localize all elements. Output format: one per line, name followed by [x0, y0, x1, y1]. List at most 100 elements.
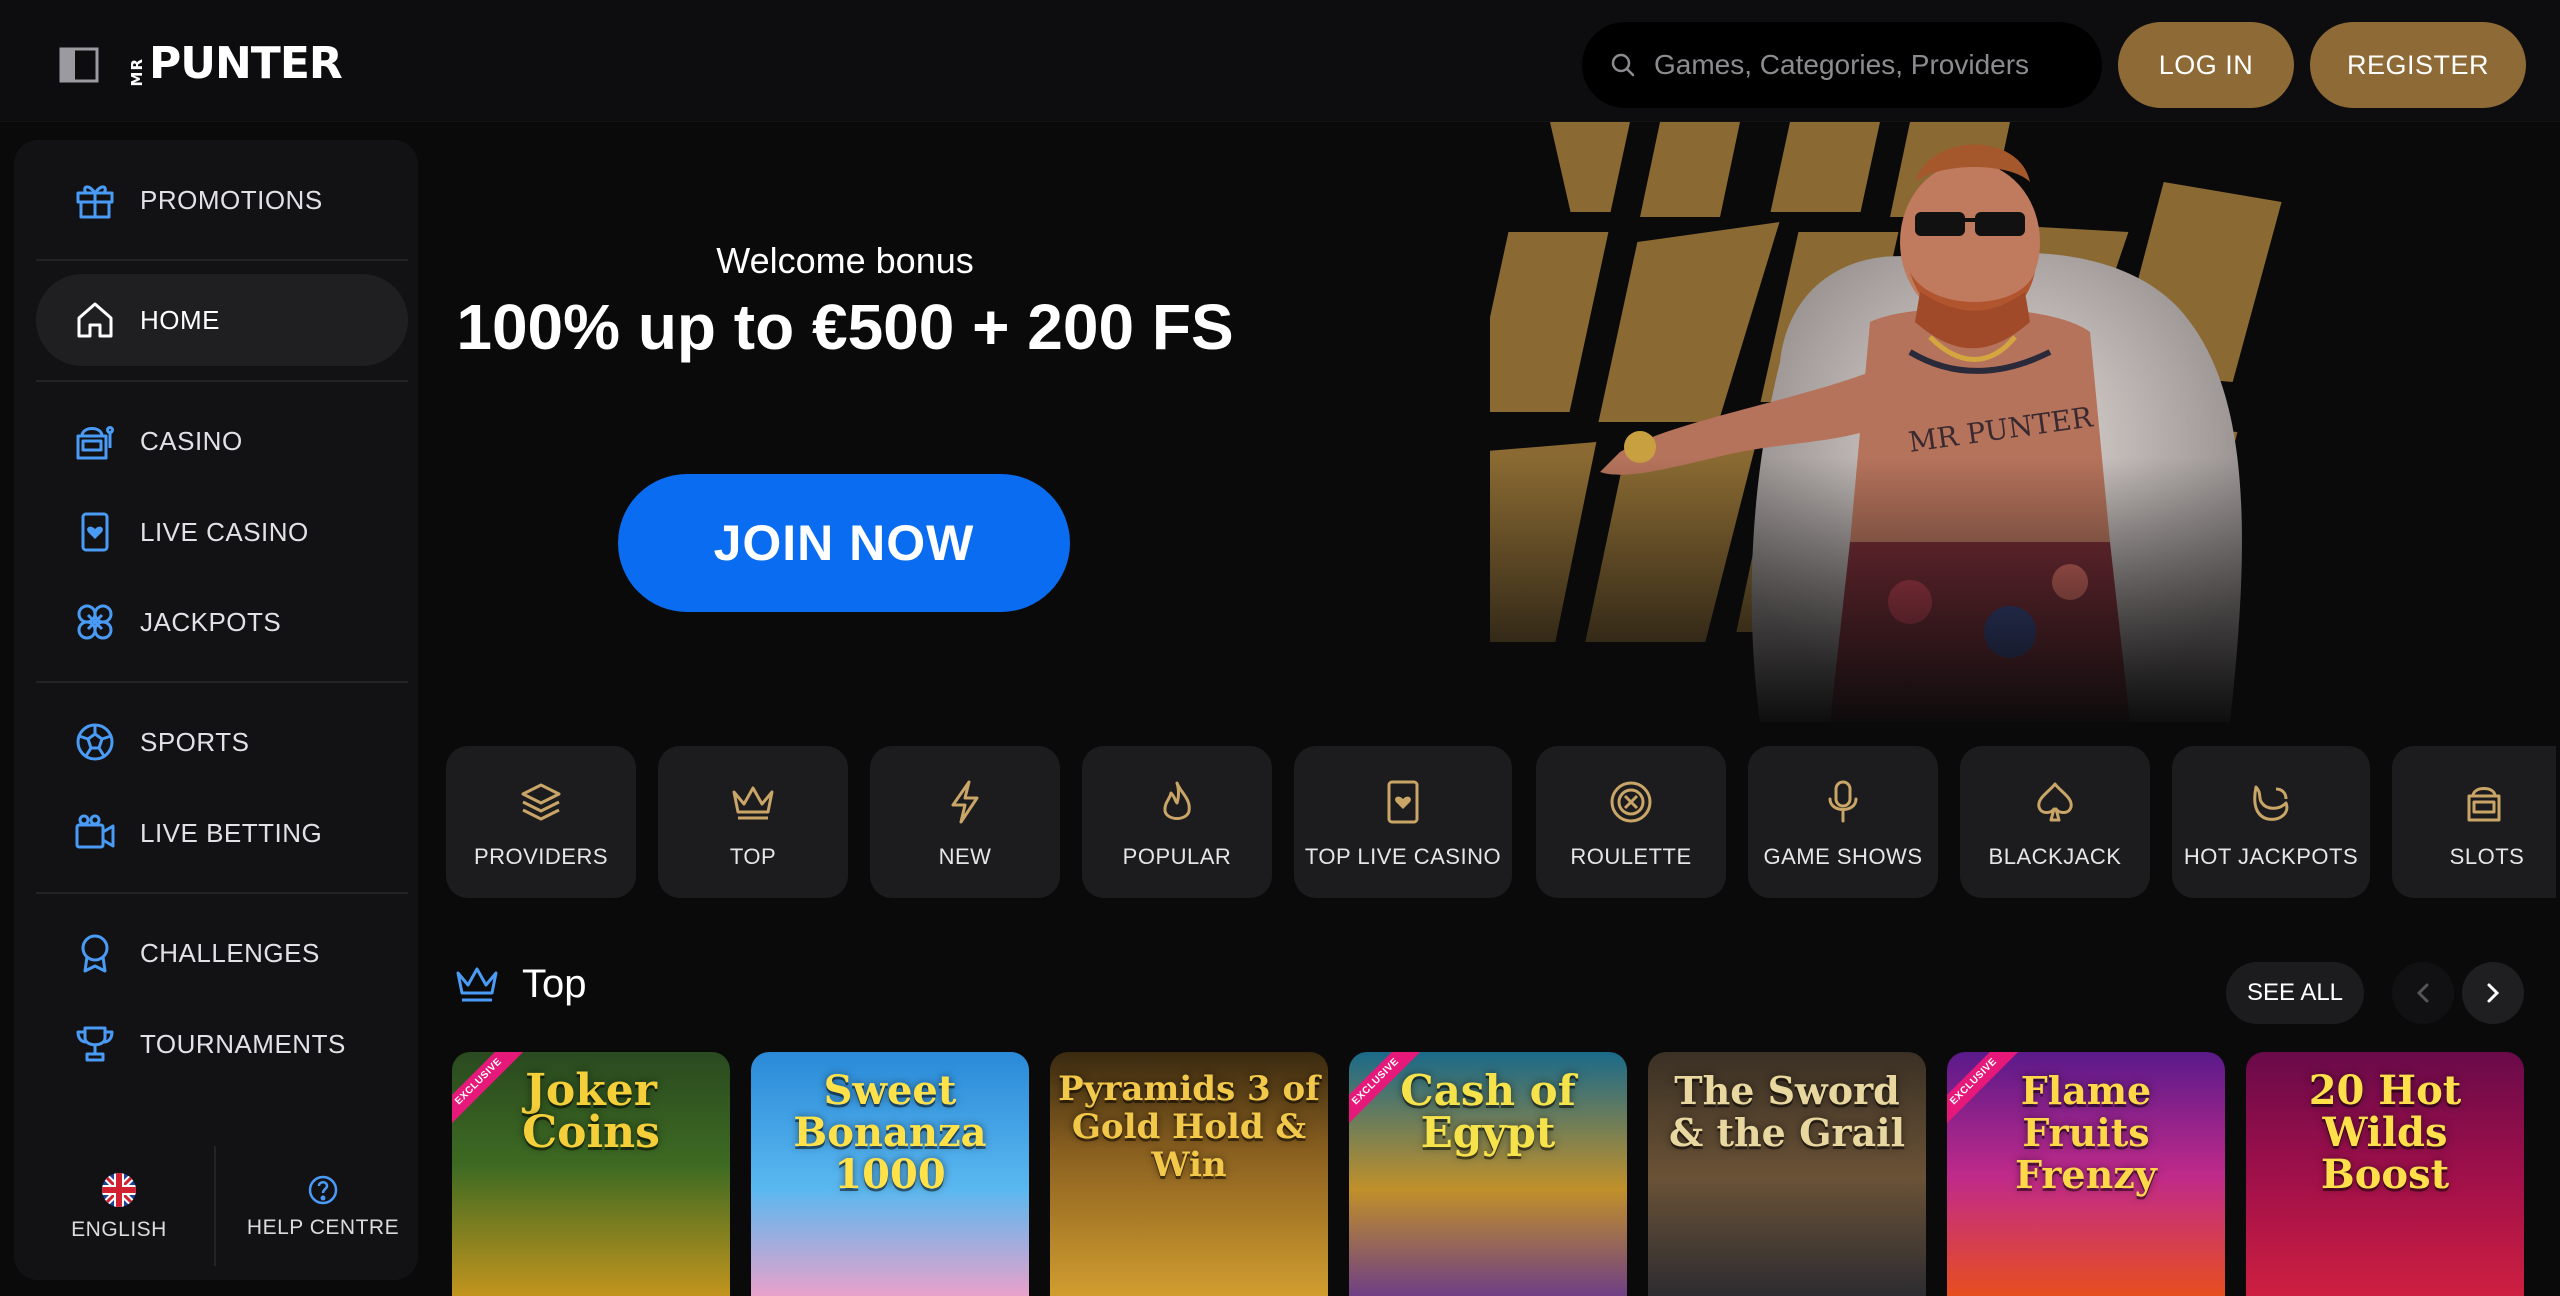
sidebar-item-tournaments[interactable]: TOURNAMENTS — [36, 998, 408, 1090]
sidebar-item-label: LIVE BETTING — [140, 817, 323, 848]
uk-flag-icon — [102, 1173, 136, 1207]
carousel-prev-button[interactable] — [2392, 962, 2454, 1024]
category-label: PROVIDERS — [473, 844, 609, 869]
card-heart-icon — [72, 509, 118, 555]
sidebar-item-label: PROMOTIONS — [140, 184, 323, 215]
category-strip: PROVIDERS TOP NEW POPULAR TOP LIVE CASIN… — [446, 746, 2556, 898]
game-tile-20-hot-wilds[interactable]: 20 Hot Wilds Boost — [2246, 1052, 2524, 1296]
game-tile-sword-grail[interactable]: The Sword & the Grail — [1648, 1052, 1926, 1296]
sidebar-divider — [36, 892, 408, 894]
category-game-shows[interactable]: GAME SHOWS — [1748, 746, 1938, 898]
game-title: Pyramids 3 of Gold Hold & Win — [1058, 1069, 1320, 1185]
search-bar[interactable] — [1582, 22, 2102, 108]
category-top[interactable]: TOP — [658, 746, 848, 898]
hero-mascot-image: MR PUNTER — [1490, 122, 2490, 732]
login-button[interactable]: LOG IN — [2118, 22, 2294, 108]
microphone-icon — [1823, 774, 1863, 830]
sidebar-item-label: CASINO — [140, 425, 243, 456]
hero-welcome-text: Welcome bonus — [716, 240, 974, 281]
page: MR PUNTER LOG IN REGISTER PROMOTIONS — [0, 0, 2560, 1296]
category-label: HOT JACKPOTS — [2183, 844, 2359, 869]
game-title: 20 Hot Wilds Boost — [2308, 1067, 2462, 1198]
category-label: TOP LIVE CASINO — [1304, 844, 1502, 869]
game-tile-flame-fruits[interactable]: Flame Fruits Frenzy EXCLUSIVE — [1947, 1052, 2225, 1296]
home-icon — [72, 297, 118, 343]
game-title: Sweet Bonanza 1000 — [793, 1067, 987, 1198]
category-label: ROULETTE — [1570, 844, 1692, 869]
crown-icon — [456, 967, 498, 1001]
category-providers[interactable]: PROVIDERS — [446, 746, 636, 898]
category-label: BLACKJACK — [1988, 844, 2122, 869]
lightning-icon — [947, 774, 983, 830]
sidebar-item-label: LIVE CASINO — [140, 516, 309, 547]
game-tile-pyramids[interactable]: Pyramids 3 of Gold Hold & Win — [1050, 1052, 1328, 1296]
see-all-button[interactable]: SEE ALL — [2226, 962, 2364, 1024]
sidebar-divider — [36, 259, 408, 261]
game-tile-cash-of-egypt[interactable]: Cash of Egypt EXCLUSIVE — [1349, 1052, 1627, 1296]
language-label: ENGLISH — [71, 1218, 167, 1241]
sidebar-item-label: CHALLENGES — [140, 937, 320, 968]
category-roulette[interactable]: ROULETTE — [1536, 746, 1726, 898]
sidebar-item-label: JACKPOTS — [140, 606, 282, 637]
sidebar-item-label: SPORTS — [140, 726, 250, 757]
category-label: GAME SHOWS — [1763, 844, 1923, 869]
card-heart-icon — [1383, 774, 1423, 830]
game-title: Cash of Egypt — [1400, 1066, 1576, 1157]
category-popular[interactable]: POPULAR — [1082, 746, 1272, 898]
sidebar-item-live-betting[interactable]: LIVE BETTING — [36, 787, 408, 879]
game-title: Flame Fruits Frenzy — [2015, 1068, 2157, 1197]
category-top-live-casino[interactable]: TOP LIVE CASINO — [1294, 746, 1512, 898]
help-icon — [308, 1175, 338, 1205]
category-label: POPULAR — [1122, 844, 1232, 869]
top-bar: MR PUNTER LOG IN REGISTER — [0, 0, 2560, 122]
layers-icon — [519, 774, 563, 830]
category-blackjack[interactable]: BLACKJACK — [1960, 746, 2150, 898]
help-label: HELP CENTRE — [246, 1216, 400, 1239]
category-new[interactable]: NEW — [870, 746, 1060, 898]
clover-icon — [72, 599, 118, 645]
sidebar-item-promotions[interactable]: PROMOTIONS — [36, 154, 408, 246]
hot-pepper-icon — [2248, 774, 2294, 830]
sidebar-item-casino[interactable]: CASINO — [36, 395, 408, 487]
register-button[interactable]: REGISTER — [2310, 22, 2526, 108]
sidebar-toggle-icon — [59, 47, 99, 83]
sidebar-item-live-casino[interactable]: LIVE CASINO — [36, 486, 408, 578]
section-title: Top — [522, 962, 587, 1006]
game-title: Joker Coins — [522, 1065, 660, 1158]
sidebar-item-home[interactable]: HOME — [36, 274, 408, 366]
slot-machine-icon — [2465, 774, 2509, 830]
logo[interactable]: MR PUNTER — [128, 38, 343, 89]
section-header-top: Top — [454, 962, 587, 1007]
crown-icon — [730, 774, 776, 830]
sidebar-toggle-button[interactable] — [58, 44, 100, 86]
sidebar-item-label: TOURNAMENTS — [140, 1028, 346, 1059]
logo-mr: MR — [128, 57, 146, 86]
sidebar: PROMOTIONS HOME CASINO LIVE CASINO JACKP… — [14, 140, 418, 1280]
footer-divider — [214, 1146, 216, 1266]
sidebar-item-sports[interactable]: SPORTS — [36, 696, 408, 788]
category-slots[interactable]: SLOTS — [2392, 746, 2556, 898]
sidebar-item-challenges[interactable]: CHALLENGES — [36, 907, 408, 999]
hero-banner: Welcome bonus 100% up to €500 + 200 FS J… — [440, 122, 2550, 732]
game-tile-sweet-bonanza[interactable]: Sweet Bonanza 1000 — [751, 1052, 1029, 1296]
sidebar-footer: ENGLISH HELP CENTRE — [14, 1130, 418, 1280]
spade-icon — [2033, 774, 2077, 830]
chevron-left-icon — [2416, 983, 2429, 1003]
game-tile-joker-coins[interactable]: Joker Coins EXCLUSIVE — [452, 1052, 730, 1296]
sidebar-item-label: HOME — [140, 304, 220, 335]
award-ribbon-icon — [72, 930, 118, 976]
join-now-button[interactable]: JOIN NOW — [618, 474, 1070, 612]
logo-punter: PUNTER — [149, 38, 343, 89]
category-label: SLOTS — [2449, 844, 2525, 869]
category-label: NEW — [938, 844, 992, 869]
sidebar-item-jackpots[interactable]: JACKPOTS — [36, 576, 408, 668]
search-input[interactable] — [1654, 49, 2074, 81]
category-label: TOP — [729, 844, 777, 869]
video-camera-icon — [72, 810, 118, 856]
category-hot-jackpots[interactable]: HOT JACKPOTS — [2172, 746, 2370, 898]
help-centre-link[interactable]: HELP CENTRE — [228, 1152, 418, 1262]
flame-icon — [1159, 774, 1195, 830]
slot-machine-icon — [72, 418, 118, 464]
carousel-next-button[interactable] — [2462, 962, 2524, 1024]
language-selector[interactable]: ENGLISH — [24, 1152, 214, 1262]
